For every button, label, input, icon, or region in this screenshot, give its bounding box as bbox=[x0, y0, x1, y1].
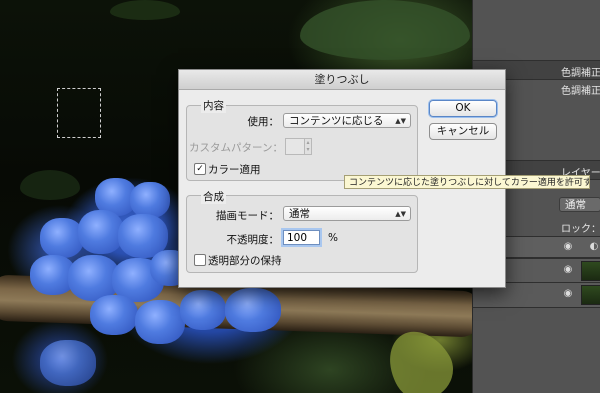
custom-pattern-dropdown-icon: ▴ ▾ bbox=[305, 138, 312, 155]
blending-group-label: 合成 bbox=[201, 189, 226, 204]
preserve-transparency-checkbox[interactable] bbox=[194, 254, 206, 266]
layer-thumbnail bbox=[581, 285, 600, 305]
background-leaf bbox=[20, 170, 80, 200]
ok-button[interactable]: OK bbox=[429, 100, 497, 117]
adjustment-layer-icon: ◐ bbox=[589, 241, 599, 252]
background-leaf bbox=[300, 0, 470, 60]
selection-marquee bbox=[57, 88, 101, 138]
opacity-unit: % bbox=[328, 232, 338, 244]
hydrangea-petal bbox=[135, 300, 185, 344]
contents-group-label: 内容 bbox=[201, 98, 226, 113]
cancel-button[interactable]: キャンセル bbox=[429, 123, 497, 140]
layer-blend-mode-select[interactable]: 通常 bbox=[559, 197, 600, 212]
photoshop-workspace: 色調補正 色調補正を レイヤー 通常 ロック： ◉ ◐ ◉ ◉ 塗りつぶし 内容… bbox=[0, 0, 600, 393]
opacity-input[interactable]: 100 bbox=[283, 230, 320, 245]
select-arrows-icon: ▲▼ bbox=[395, 210, 406, 218]
use-select-value: コンテンツに応じる bbox=[289, 115, 384, 127]
hydrangea-petal bbox=[180, 290, 226, 330]
custom-pattern-label: カスタムパターン： bbox=[189, 142, 283, 154]
opacity-label: 不透明度： bbox=[226, 234, 280, 246]
tab-adjustments[interactable]: 色調補正 bbox=[561, 64, 600, 79]
preserve-transparency-label[interactable]: 透明部分の保持 bbox=[208, 253, 282, 268]
color-adaptation-checkbox[interactable]: ✓ bbox=[194, 163, 206, 175]
mode-label: 描画モード： bbox=[216, 210, 279, 222]
dialog-title: 塗りつぶし bbox=[179, 70, 505, 90]
hydrangea-petal bbox=[130, 182, 170, 218]
color-adaptation-label[interactable]: カラー適用 bbox=[208, 162, 261, 177]
custom-pattern-swatch bbox=[285, 138, 305, 155]
use-select[interactable]: コンテンツに応じる ▲▼ bbox=[283, 113, 411, 128]
hydrangea-petal bbox=[40, 340, 96, 386]
lock-label: ロック： bbox=[561, 224, 600, 235]
hydrangea-petal bbox=[225, 288, 281, 332]
mode-select[interactable]: 通常 ▲▼ bbox=[283, 206, 411, 221]
background-leaf bbox=[110, 0, 180, 20]
mode-select-value: 通常 bbox=[289, 208, 310, 220]
tooltip: コンテンツに応じた塗りつぶしに対してカラー適用を許可する bbox=[344, 175, 590, 189]
use-label: 使用： bbox=[247, 116, 280, 128]
layer-blend-mode-value: 通常 bbox=[565, 199, 586, 211]
visibility-eye-icon[interactable]: ◉ bbox=[561, 240, 575, 254]
hydrangea-petal bbox=[90, 295, 138, 335]
visibility-eye-icon[interactable]: ◉ bbox=[561, 263, 575, 277]
select-arrows-icon: ▲▼ bbox=[395, 117, 406, 125]
visibility-eye-icon[interactable]: ◉ bbox=[561, 287, 575, 301]
layer-thumbnail bbox=[581, 261, 600, 281]
adjustments-subtitle: 色調補正を bbox=[561, 86, 600, 97]
